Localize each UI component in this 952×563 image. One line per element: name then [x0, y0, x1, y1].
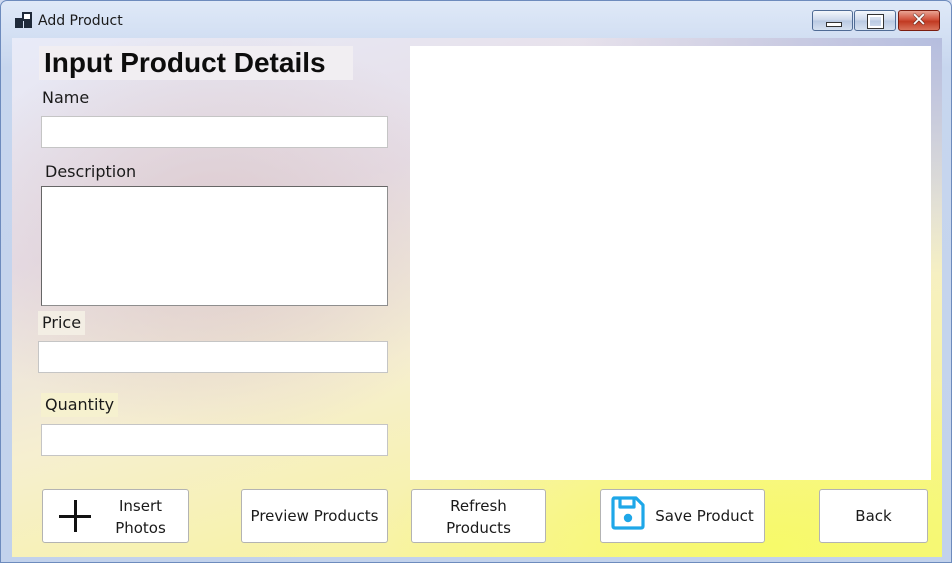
insert-photos-line2: Photos	[115, 519, 166, 537]
add-product-window: Add Product ✕ Input Product Details Name…	[0, 0, 952, 563]
price-input[interactable]	[38, 341, 388, 373]
close-button[interactable]: ✕	[898, 9, 940, 31]
refresh-products-button[interactable]: Refresh Products	[411, 489, 546, 543]
window-title: Add Product	[38, 13, 123, 29]
close-icon: ✕	[911, 9, 927, 31]
minimize-button[interactable]	[812, 10, 853, 31]
minimize-icon	[826, 22, 842, 27]
preview-products-button[interactable]: Preview Products	[241, 489, 388, 543]
save-product-button[interactable]: Save Product	[600, 489, 765, 543]
preview-products-label: Preview Products	[250, 507, 379, 525]
back-label: Back	[855, 507, 892, 525]
refresh-products-line2: Products	[446, 519, 511, 537]
insert-photos-button[interactable]: Insert Photos	[42, 489, 189, 543]
insert-photos-label: Insert Photos	[93, 495, 188, 539]
refresh-products-label: Refresh Products	[412, 495, 545, 539]
save-product-label: Save Product	[655, 507, 754, 525]
product-preview-panel	[410, 46, 931, 480]
insert-photos-line1: Insert	[118, 497, 163, 515]
back-button[interactable]: Back	[819, 489, 928, 543]
form-heading: Input Product Details	[39, 46, 353, 80]
refresh-products-line1: Refresh	[450, 497, 507, 515]
maximize-icon	[867, 14, 884, 29]
title-bar[interactable]: Add Product ✕	[1, 1, 951, 37]
maximize-button[interactable]	[854, 10, 896, 31]
name-label: Name	[42, 88, 90, 107]
form-client-area: Input Product Details Name Description P…	[12, 38, 942, 557]
floppy-disk-icon	[611, 496, 645, 530]
description-textarea[interactable]	[41, 186, 388, 306]
description-label: Description	[45, 162, 137, 181]
plus-icon	[58, 499, 92, 533]
quantity-input[interactable]	[41, 424, 388, 456]
quantity-label: Quantity	[41, 393, 119, 417]
app-window-icon	[15, 12, 33, 28]
name-input[interactable]	[41, 116, 388, 148]
price-label: Price	[38, 311, 86, 335]
